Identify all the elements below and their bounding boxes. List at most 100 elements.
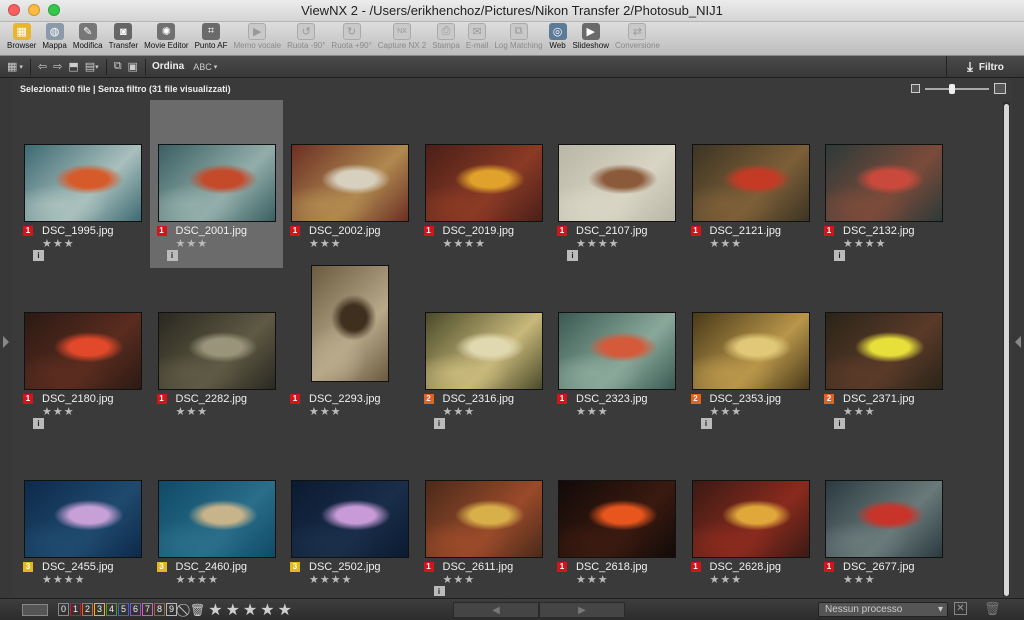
thumbnail-image[interactable]: [424, 144, 543, 222]
label-button-8[interactable]: 8: [154, 603, 165, 616]
info-icon[interactable]: i: [567, 250, 578, 261]
thumbnail-image[interactable]: [291, 144, 409, 222]
thumbnail-cell[interactable]: 1 DSC_1995.jpg ★★★ i: [16, 100, 149, 268]
cancel-process-icon[interactable]: ✕: [954, 602, 967, 615]
thumbnail-cell[interactable]: 1 DSC_2180.jpg ★★★ i: [16, 268, 149, 436]
thumbnail-image[interactable]: [424, 480, 543, 558]
thumbnail-cell[interactable]: 2 DSC_2353.jpg ★★★ i: [684, 268, 817, 436]
star-rating[interactable]: ★★★: [843, 405, 876, 418]
star-rating[interactable]: ★★★: [443, 573, 476, 586]
label-button-5[interactable]: 5: [118, 603, 129, 616]
thumbnail-cell[interactable]: 1 DSC_2677.jpg ★★★: [817, 436, 950, 596]
small-thumb-icon[interactable]: [911, 84, 920, 93]
star-rating[interactable]: ★★★: [843, 573, 876, 586]
info-icon[interactable]: i: [433, 418, 445, 429]
thumbnail-cell[interactable]: 1 DSC_2293.jpg ★★★: [283, 265, 416, 436]
thumbnail-image[interactable]: [558, 480, 676, 558]
processing-dropdown[interactable]: Nessun processo ▾: [818, 602, 948, 617]
delete-icon[interactable]: 🗑: [984, 601, 1001, 617]
info-icon[interactable]: i: [33, 250, 44, 261]
label-button-3[interactable]: 3: [94, 603, 105, 616]
star-rating[interactable]: ★★★★: [309, 573, 352, 586]
thumbnail-image[interactable]: [24, 144, 142, 222]
rating-star-2[interactable]: ★: [226, 600, 240, 620]
thumbnail-cell[interactable]: 1 DSC_2611.jpg ★★★ i: [417, 436, 550, 596]
thumbnail-cell[interactable]: 1 DSC_2002.jpg ★★★: [283, 100, 416, 268]
thumbnail-image[interactable]: [157, 312, 276, 390]
thumbnail-image[interactable]: [311, 265, 389, 382]
label-button-7[interactable]: 7: [142, 603, 153, 616]
thumbnail-cell[interactable]: 1 DSC_2282.jpg ★★★: [150, 268, 283, 436]
label-button-1[interactable]: 1: [70, 603, 81, 616]
toolbar-rotate-right-button[interactable]: ↻ Ruota +90°: [328, 22, 374, 50]
compare-button[interactable]: ⧉: [111, 59, 125, 75]
toolbar-email-button[interactable]: ✉ E-mail: [463, 22, 492, 50]
thumbnail-cell[interactable]: 1 DSC_2019.jpg ★★★★: [417, 100, 550, 268]
star-rating[interactable]: ★★★: [42, 405, 75, 418]
rating-star-4[interactable]: ★: [260, 600, 274, 620]
left-panel-toggle[interactable]: [0, 78, 12, 598]
thumbnail-size-slider[interactable]: [925, 83, 989, 94]
star-rating[interactable]: ★★★: [576, 573, 609, 586]
sort-dropdown[interactable]: ABC ▾: [190, 59, 220, 75]
thumbnail-cell[interactable]: 1 DSC_2001.jpg ★★★ i: [149, 100, 283, 268]
toolbar-af-point-button[interactable]: ⌗ Punto AF: [192, 22, 231, 50]
close-window-button[interactable]: [8, 4, 20, 16]
forward-button[interactable]: ⇨: [50, 59, 65, 75]
thumbnail-cell[interactable]: 3 DSC_2460.jpg ★★★★: [150, 436, 283, 596]
thumbnail-cell[interactable]: 3 DSC_2502.jpg ★★★★: [283, 436, 416, 596]
label-button-6[interactable]: 6: [130, 603, 141, 616]
star-rating[interactable]: ★★★: [576, 405, 609, 418]
back-button[interactable]: ⇦: [35, 59, 50, 75]
thumbnail-cell[interactable]: 1 DSC_2132.jpg ★★★★ i: [817, 100, 950, 268]
toolbar-rotate-left-button[interactable]: ↺ Ruota -90°: [284, 22, 328, 50]
star-rating[interactable]: ★★★: [443, 405, 476, 418]
thumbnail-cell[interactable]: 1 DSC_2121.jpg ★★★: [684, 100, 817, 268]
star-rating[interactable]: ★★★★: [42, 573, 85, 586]
rating-star-1[interactable]: ★: [208, 600, 222, 620]
thumbnail-image[interactable]: [825, 144, 943, 222]
toolbar-capture-nx-button[interactable]: NX Capture NX 2: [375, 22, 429, 50]
thumbnail-image[interactable]: [691, 144, 810, 222]
thumbnail-image[interactable]: [424, 312, 543, 390]
toolbar-edit-button[interactable]: ✎ Modifica: [70, 22, 106, 50]
label-button-9[interactable]: 9: [166, 603, 177, 616]
thumbnail-image[interactable]: [825, 312, 943, 390]
next-image-button[interactable]: ▶: [539, 602, 625, 618]
thumbnail-image[interactable]: [558, 144, 676, 222]
right-panel-toggle[interactable]: [1012, 78, 1024, 598]
info-icon[interactable]: i: [33, 418, 44, 429]
toolbar-convert-button[interactable]: ⇄ Conversione: [612, 22, 663, 50]
thumbnail-cell[interactable]: 1 DSC_2618.jpg ★★★: [550, 436, 683, 596]
info-icon[interactable]: i: [700, 418, 712, 429]
star-rating[interactable]: ★★★★: [443, 237, 486, 250]
star-rating[interactable]: ★★★: [309, 405, 342, 418]
thumbnail-cell[interactable]: 3 DSC_2455.jpg ★★★★: [16, 436, 149, 596]
large-thumb-icon[interactable]: [994, 83, 1006, 94]
star-rating[interactable]: ★★★: [710, 405, 743, 418]
thumbnail-image[interactable]: [157, 144, 276, 222]
thumbnail-image[interactable]: [24, 312, 142, 390]
filter-button[interactable]: ⤓ Filtro: [946, 56, 1024, 78]
thumbnail-image[interactable]: [291, 480, 409, 558]
label-button-0[interactable]: 0: [58, 603, 69, 616]
parent-folder-button[interactable]: ⬒: [65, 59, 81, 75]
info-icon[interactable]: i: [166, 250, 178, 261]
star-rating[interactable]: ★★★: [710, 573, 743, 586]
toolbar-voice-memo-button[interactable]: ▶ Memo vocale: [231, 22, 285, 50]
folder-menu-button[interactable]: ▤ ▾: [82, 59, 102, 75]
star-rating[interactable]: ★★★: [176, 237, 209, 250]
thumbnail-image[interactable]: [825, 480, 943, 558]
star-rating[interactable]: ★★★: [309, 237, 342, 250]
label-button-2[interactable]: 2: [82, 603, 93, 616]
camera-sync-button[interactable]: ▣: [125, 59, 141, 75]
zoom-window-button[interactable]: [48, 4, 60, 16]
thumbnail-cell[interactable]: 1 DSC_2107.jpg ★★★★ i: [550, 100, 683, 268]
toolbar-slideshow-button[interactable]: ▶ Slideshow: [570, 22, 612, 50]
toolbar-film-reel-button[interactable]: ✺ Movie Editor: [141, 22, 191, 50]
star-rating[interactable]: ★★★★: [176, 573, 219, 586]
star-rating[interactable]: ★★★: [710, 237, 743, 250]
thumbnail-cell[interactable]: 2 DSC_2371.jpg ★★★ i: [817, 268, 950, 436]
rating-star-5[interactable]: ★: [278, 600, 292, 620]
toolbar-browser-button[interactable]: ▦ Browser: [4, 22, 39, 50]
